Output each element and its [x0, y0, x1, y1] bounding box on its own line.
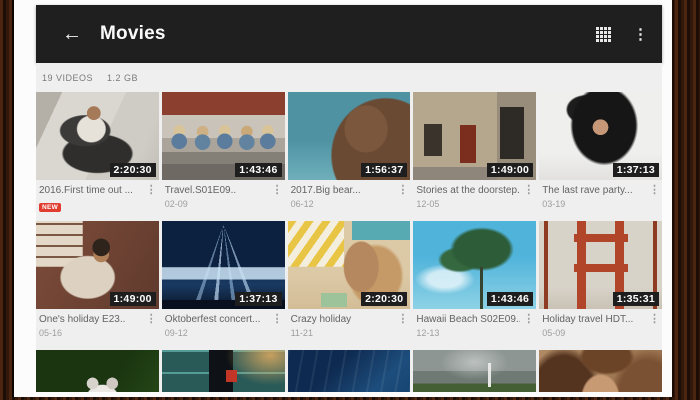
- duration-badge: 1:49:00: [110, 292, 156, 306]
- video-meta: Oktoberfest concert... ⋮ 09-12: [162, 309, 285, 350]
- video-card[interactable]: 1:35:31 Holiday travel HDT... ⋮ 05-09: [539, 221, 662, 350]
- video-meta: Hawaii Beach S02E09.. ⋮ 12-13: [413, 309, 536, 350]
- video-date: 02-09: [165, 199, 283, 209]
- video-date: 05-16: [39, 328, 157, 338]
- thumbnail-man-sitting[interactable]: 2:20:30: [36, 92, 159, 180]
- video-card[interactable]: [288, 350, 411, 392]
- thumbnail-bear[interactable]: 1:56:37: [288, 92, 411, 180]
- thumbnail-beach-umbrella[interactable]: 2:20:30: [288, 221, 411, 309]
- video-title: 2017.Big bear...: [291, 185, 395, 196]
- video-title: Stories at the doorstep...: [416, 185, 520, 196]
- video-title: The last rave party...: [542, 185, 646, 196]
- duration-badge: 1:43:46: [487, 292, 533, 306]
- thumbnail-woman-face[interactable]: [539, 350, 662, 392]
- card-menu-icon[interactable]: ⋮: [272, 314, 283, 325]
- video-date: 03-19: [542, 199, 660, 209]
- video-card[interactable]: 1:43:46 Hawaii Beach S02E09.. ⋮ 12-13: [413, 221, 536, 350]
- page-title: Movies: [100, 23, 166, 45]
- video-title: Crazy holiday: [291, 314, 395, 325]
- card-menu-icon[interactable]: ⋮: [272, 185, 283, 196]
- video-meta: Travel.S01E09.. ⋮ 02-09: [162, 180, 285, 221]
- video-title: Hawaii Beach S02E09..: [416, 314, 520, 325]
- duration-badge: 2:20:30: [110, 163, 156, 177]
- video-date: 12-05: [416, 199, 534, 209]
- card-menu-icon[interactable]: ⋮: [146, 185, 157, 196]
- video-meta: Holiday travel HDT... ⋮ 05-09: [539, 309, 662, 350]
- new-badge: NEW: [39, 203, 61, 212]
- thumbnail-golden-gate-bridge[interactable]: 1:35:31: [539, 221, 662, 309]
- card-menu-icon[interactable]: ⋮: [397, 185, 408, 196]
- video-title: Holiday travel HDT...: [542, 314, 646, 325]
- duration-badge: 1:37:13: [235, 292, 281, 306]
- video-meta: Crazy holiday ⋮ 11-21: [288, 309, 411, 350]
- video-date: 06-12: [291, 199, 409, 209]
- video-title: 2016.First time out ...: [39, 185, 143, 196]
- thumbnail-mountain-valley[interactable]: [413, 350, 536, 392]
- video-title: Oktoberfest concert...: [165, 314, 269, 325]
- video-card[interactable]: 1:37:13 Oktoberfest concert... ⋮ 09-12: [162, 221, 285, 350]
- card-menu-icon[interactable]: ⋮: [649, 314, 660, 325]
- video-card[interactable]: 1:56:37 2017.Big bear... ⋮ 06-12: [288, 92, 411, 221]
- video-card[interactable]: 2:20:30 Crazy holiday ⋮ 11-21: [288, 221, 411, 350]
- video-card[interactable]: [162, 350, 285, 392]
- card-menu-icon[interactable]: ⋮: [523, 185, 534, 196]
- video-card[interactable]: [36, 350, 159, 392]
- duration-badge: 1:56:37: [361, 163, 407, 177]
- duration-badge: 1:49:00: [487, 163, 533, 177]
- card-menu-icon[interactable]: ⋮: [146, 314, 157, 325]
- card-menu-icon[interactable]: ⋮: [523, 314, 534, 325]
- overflow-menu-icon[interactable]: ⋮: [633, 27, 648, 42]
- thumbnail-man-pointing[interactable]: 1:49:00: [36, 221, 159, 309]
- video-date: 09-12: [165, 328, 283, 338]
- thumbnail-brownstone-door[interactable]: 1:49:00: [413, 92, 536, 180]
- video-card[interactable]: 1:43:46 Travel.S01E09.. ⋮ 02-09: [162, 92, 285, 221]
- wooden-frame: ← Movies ⋮ 19 VIDEOS 1.2 GB 2:20:30: [0, 0, 700, 400]
- video-grid: 2:20:30 2016.First time out ... ⋮ NEW: [36, 92, 662, 392]
- video-card[interactable]: 1:49:00 Stories at the doorstep... ⋮ 12-…: [413, 92, 536, 221]
- thumbnail-ocean-water[interactable]: [288, 350, 411, 392]
- duration-badge: 1:43:46: [235, 163, 281, 177]
- app-bar: ← Movies ⋮: [36, 5, 662, 63]
- video-meta: Stories at the doorstep... ⋮ 12-05: [413, 180, 536, 221]
- thumbnail-woman-black-jacket[interactable]: 1:37:13: [539, 92, 662, 180]
- video-date: 11-21: [291, 328, 409, 338]
- video-meta: One's holiday E23.. ⋮ 05-16: [36, 309, 159, 350]
- video-card[interactable]: [413, 350, 536, 392]
- duration-badge: 1:35:31: [613, 292, 659, 306]
- library-summary: 19 VIDEOS 1.2 GB: [36, 63, 662, 92]
- grid-view-icon[interactable]: [596, 27, 611, 42]
- video-title: Travel.S01E09..: [165, 185, 269, 196]
- thumbnail-palm-tree[interactable]: 1:43:46: [413, 221, 536, 309]
- thumbnail-concert-lights[interactable]: 1:37:13: [162, 221, 285, 309]
- thumbnail-white-puppy[interactable]: [36, 350, 159, 392]
- library-size: 1.2 GB: [107, 73, 138, 83]
- video-title: One's holiday E23..: [39, 314, 143, 325]
- video-date: 12-13: [416, 328, 534, 338]
- card-menu-icon[interactable]: ⋮: [649, 185, 660, 196]
- video-gallery-app: ← Movies ⋮ 19 VIDEOS 1.2 GB 2:20:30: [36, 5, 662, 392]
- video-meta: 2017.Big bear... ⋮ 06-12: [288, 180, 411, 221]
- back-icon[interactable]: ←: [62, 24, 82, 44]
- video-meta: 2016.First time out ... ⋮ NEW: [36, 180, 159, 221]
- video-meta: The last rave party... ⋮ 03-19: [539, 180, 662, 221]
- video-card[interactable]: 1:37:13 The last rave party... ⋮ 03-19: [539, 92, 662, 221]
- thumbnail-red-shoes-stairs[interactable]: [162, 350, 285, 392]
- video-card[interactable]: [539, 350, 662, 392]
- tablet-screen: ← Movies ⋮ 19 VIDEOS 1.2 GB 2:20:30: [14, 0, 672, 397]
- video-card[interactable]: 1:49:00 One's holiday E23.. ⋮ 05-16: [36, 221, 159, 350]
- duration-badge: 1:37:13: [613, 163, 659, 177]
- duration-badge: 2:20:30: [361, 292, 407, 306]
- card-menu-icon[interactable]: ⋮: [397, 314, 408, 325]
- thumbnail-girls-on-ledge[interactable]: 1:43:46: [162, 92, 285, 180]
- video-count: 19 VIDEOS: [42, 73, 93, 83]
- content-area: 19 VIDEOS 1.2 GB 2:20:30 2016.First time …: [36, 63, 662, 392]
- video-date: 05-09: [542, 328, 660, 338]
- video-card[interactable]: 2:20:30 2016.First time out ... ⋮ NEW: [36, 92, 159, 221]
